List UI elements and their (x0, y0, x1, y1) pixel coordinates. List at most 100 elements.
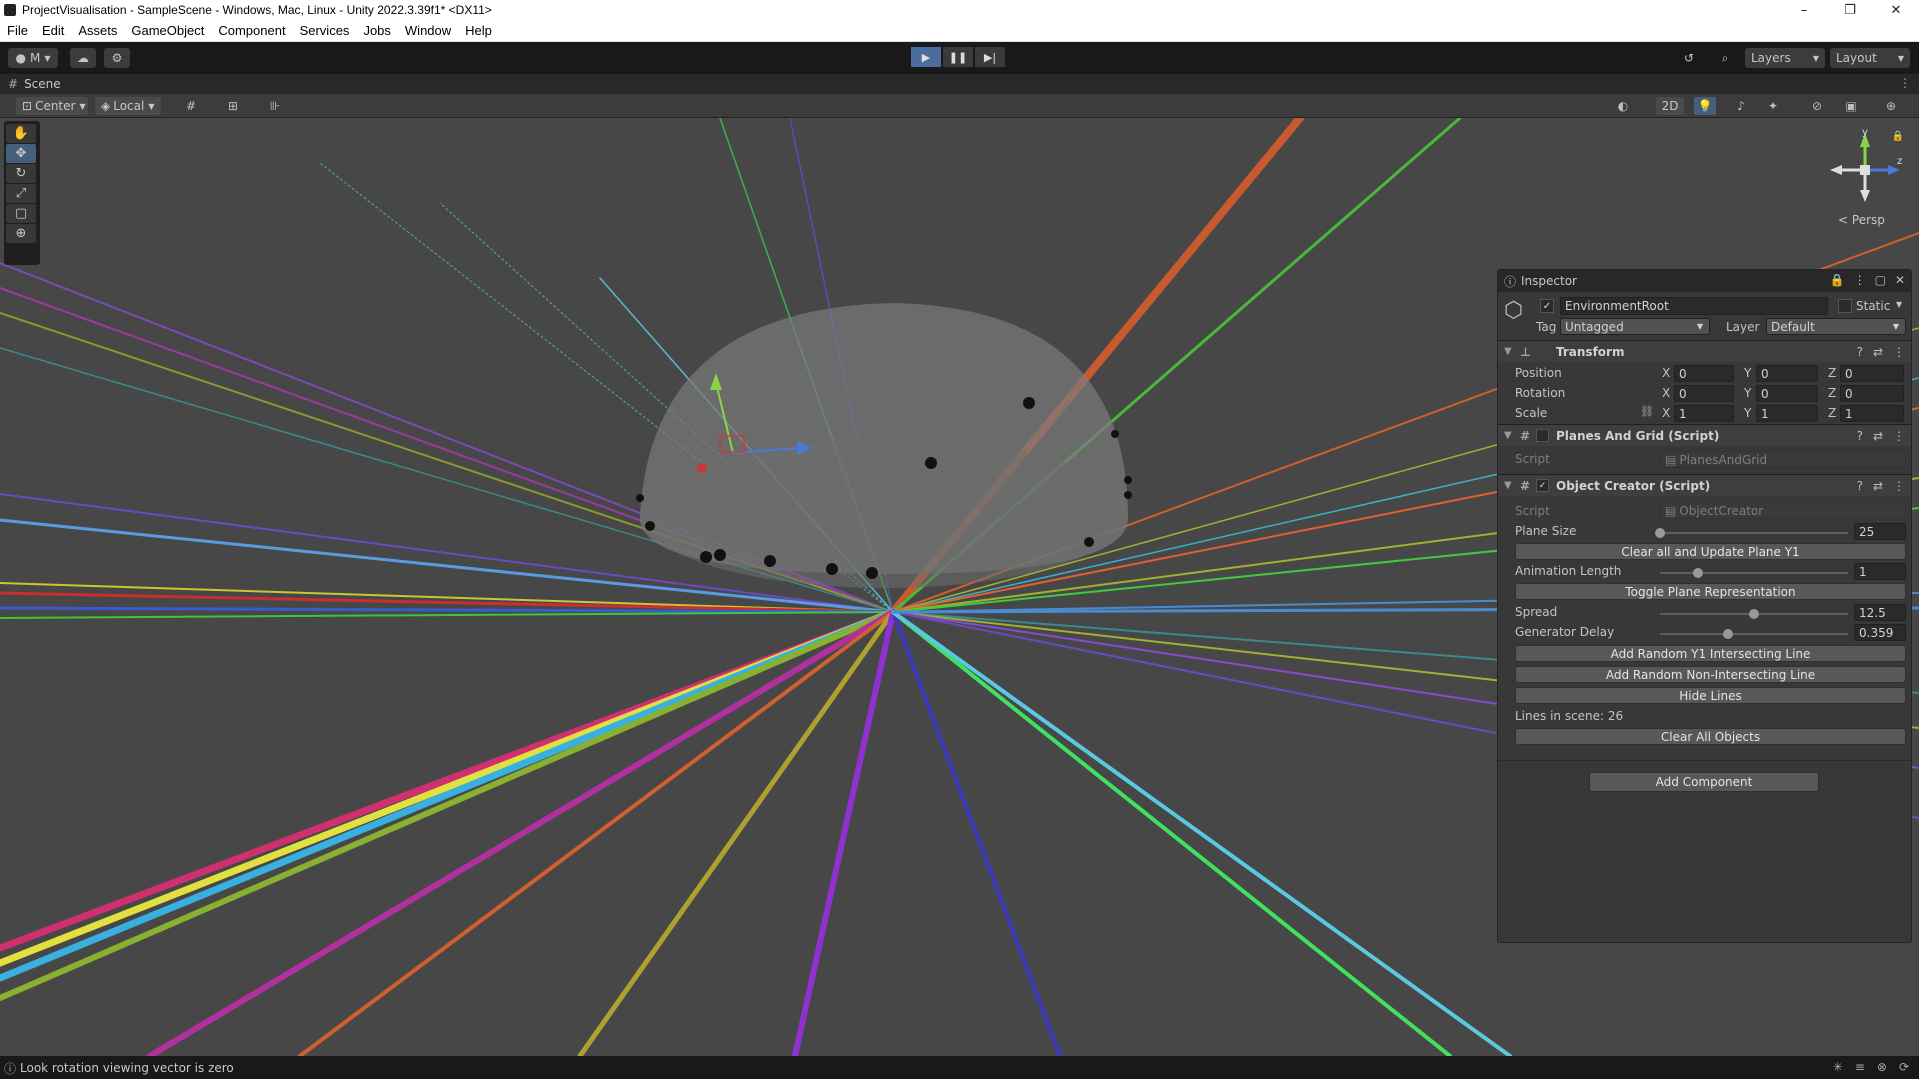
stack-icon[interactable]: ≡ (1855, 1060, 1865, 1074)
layout-dropdown[interactable]: Layout ▼ (1830, 48, 1910, 68)
help-icon[interactable]: ? (1857, 345, 1863, 359)
menu-help[interactable]: Help (458, 23, 499, 38)
play-button[interactable]: ▶ (911, 47, 941, 67)
rotation-z-field[interactable]: 0 (1840, 385, 1904, 402)
cloud-button[interactable]: ☁ (70, 48, 96, 68)
generator-delay-slider[interactable] (1660, 633, 1848, 635)
position-z-field[interactable]: 0 (1840, 365, 1904, 382)
enabled-checkbox[interactable]: ✓ (1536, 479, 1549, 492)
foldout-arrow-icon[interactable]: ▼ (1504, 346, 1512, 357)
menu-assets[interactable]: Assets (71, 23, 124, 38)
more-options-icon[interactable]: ⋮ (1893, 345, 1905, 359)
hidden-objects-toggle[interactable]: ⊘ (1806, 97, 1828, 115)
preset-icon[interactable]: ⇄ (1873, 429, 1883, 443)
scale-x-field[interactable]: 1 (1674, 405, 1734, 422)
grid-visibility-button[interactable]: ⊪ (264, 97, 286, 115)
audio-toggle[interactable]: ♪ (1730, 97, 1752, 115)
link-icon[interactable]: ⛓ (1640, 405, 1654, 418)
search-button[interactable]: ⌕ (1712, 48, 1738, 68)
preset-icon[interactable]: ⇄ (1873, 345, 1883, 359)
add-component-button[interactable]: Add Component (1589, 772, 1819, 792)
help-icon[interactable]: ? (1857, 429, 1863, 443)
object-creator-header[interactable]: ▼ # ✓ Object Creator (Script) ? ⇄ ⋮ (1498, 474, 1911, 496)
menu-component[interactable]: Component (211, 23, 292, 38)
transform-header[interactable]: ▼ ⊥ Transform ? ⇄ ⋮ (1498, 340, 1911, 362)
minimize-button[interactable]: – (1781, 0, 1827, 20)
menu-file[interactable]: File (0, 23, 35, 38)
layer-dropdown[interactable]: Default ▼ (1766, 318, 1906, 335)
scale-z-field[interactable]: 1 (1840, 405, 1904, 422)
preset-icon[interactable]: ⇄ (1873, 479, 1883, 493)
status-message[interactable]: Look rotation viewing vector is zero (0, 1061, 234, 1075)
enabled-checkbox[interactable] (1536, 429, 1549, 442)
maximize-button[interactable]: ❐ (1827, 0, 1873, 20)
menu-services[interactable]: Services (293, 23, 357, 38)
chevron-down-icon[interactable]: ▼ (1896, 300, 1902, 309)
inspector-title[interactable]: Inspector (1521, 274, 1577, 288)
foldout-arrow-icon[interactable]: ▼ (1504, 430, 1512, 441)
pause-button[interactable]: ❚❚ (943, 47, 973, 67)
object-name-input[interactable]: EnvironmentRoot (1560, 297, 1828, 315)
generator-delay-slider-knob[interactable] (1722, 629, 1733, 639)
plane-size-field[interactable]: 25 (1854, 523, 1906, 540)
static-checkbox[interactable] (1838, 299, 1852, 313)
grid-snapping-button[interactable]: # (180, 97, 202, 115)
clear-update-plane-button[interactable]: Clear all and Update Plane Y1 (1515, 543, 1906, 560)
menu-gameobject[interactable]: GameObject (124, 23, 211, 38)
close-window-button[interactable]: ✕ (1873, 0, 1919, 20)
add-nonintersecting-line-button[interactable]: Add Random Non-Intersecting Line (1515, 666, 1906, 683)
layers-dropdown[interactable]: Layers ▼ (1745, 48, 1825, 68)
close-icon[interactable]: ✕ (1895, 273, 1905, 287)
clear-all-objects-button[interactable]: Clear All Objects (1515, 728, 1906, 745)
transform-tool-button[interactable]: ⊕ (6, 224, 36, 243)
more-options-icon[interactable]: ⋮ (1899, 76, 1911, 90)
more-options-icon[interactable]: ⋮ (1893, 479, 1905, 493)
services-button[interactable]: ⚙ (104, 48, 130, 68)
draw-mode-button[interactable]: ◐ (1612, 97, 1634, 115)
tab-scene[interactable]: Scene (18, 77, 61, 91)
projection-toggle[interactable]: < Persp (1838, 213, 1885, 227)
2d-toggle-button[interactable]: 2D (1656, 97, 1684, 115)
camera-dropdown[interactable]: ▣ (1840, 97, 1862, 115)
view-tool-button[interactable]: ✋ (6, 124, 36, 143)
increment-snap-button[interactable]: ⊞ (222, 97, 244, 115)
menu-window[interactable]: Window (398, 23, 458, 38)
lock-icon[interactable]: 🔒 (1892, 131, 1904, 142)
animation-length-slider-knob[interactable] (1692, 568, 1703, 578)
generator-delay-field[interactable]: 0.359 (1854, 624, 1906, 641)
spread-slider-knob[interactable] (1749, 609, 1759, 619)
maximize-icon[interactable]: ▢ (1875, 273, 1886, 287)
account-dropdown[interactable]: ● M ▼ (8, 48, 58, 68)
rotation-x-field[interactable]: 0 (1674, 385, 1734, 402)
pivot-dropdown[interactable]: ⊡ Center ▼ (16, 97, 88, 115)
add-intersecting-line-button[interactable]: Add Random Y1 Intersecting Line (1515, 645, 1906, 662)
effects-dropdown[interactable]: ✦ (1762, 97, 1784, 115)
move-tool-button[interactable]: ✥ (6, 144, 36, 163)
bug-icon[interactable]: ✳ (1833, 1060, 1843, 1074)
more-options-icon[interactable]: ⋮ (1854, 273, 1866, 287)
plane-size-slider-knob[interactable] (1655, 528, 1665, 538)
help-icon[interactable]: ? (1857, 479, 1863, 493)
rotation-y-field[interactable]: 0 (1756, 385, 1818, 402)
undo-history-button[interactable]: ↺ (1676, 48, 1702, 68)
spread-field[interactable]: 12.5 (1854, 604, 1906, 621)
animation-length-slider[interactable] (1660, 572, 1848, 574)
tag-dropdown[interactable]: Untagged ▼ (1560, 318, 1710, 335)
gizmos-dropdown[interactable]: ⊕ (1880, 97, 1902, 115)
active-checkbox[interactable]: ✓ (1540, 299, 1554, 313)
position-x-field[interactable]: 0 (1674, 365, 1734, 382)
foldout-arrow-icon[interactable]: ▼ (1504, 480, 1512, 491)
rect-tool-button[interactable]: ▢ (6, 204, 36, 223)
space-dropdown[interactable]: ◈ Local ▼ (95, 97, 161, 115)
network-icon[interactable]: ⊗ (1877, 1060, 1887, 1074)
plane-size-slider[interactable] (1660, 532, 1848, 534)
planes-and-grid-header[interactable]: ▼ # Planes And Grid (Script) ? ⇄ ⋮ (1498, 424, 1911, 446)
menu-edit[interactable]: Edit (35, 23, 71, 38)
lighting-toggle[interactable]: 💡 (1694, 97, 1716, 115)
menu-jobs[interactable]: Jobs (356, 23, 397, 38)
refresh-icon[interactable]: ⟳ (1899, 1060, 1909, 1074)
scale-y-field[interactable]: 1 (1756, 405, 1818, 422)
toggle-plane-button[interactable]: Toggle Plane Representation (1515, 583, 1906, 600)
animation-length-field[interactable]: 1 (1854, 563, 1906, 580)
hide-lines-button[interactable]: Hide Lines (1515, 687, 1906, 704)
